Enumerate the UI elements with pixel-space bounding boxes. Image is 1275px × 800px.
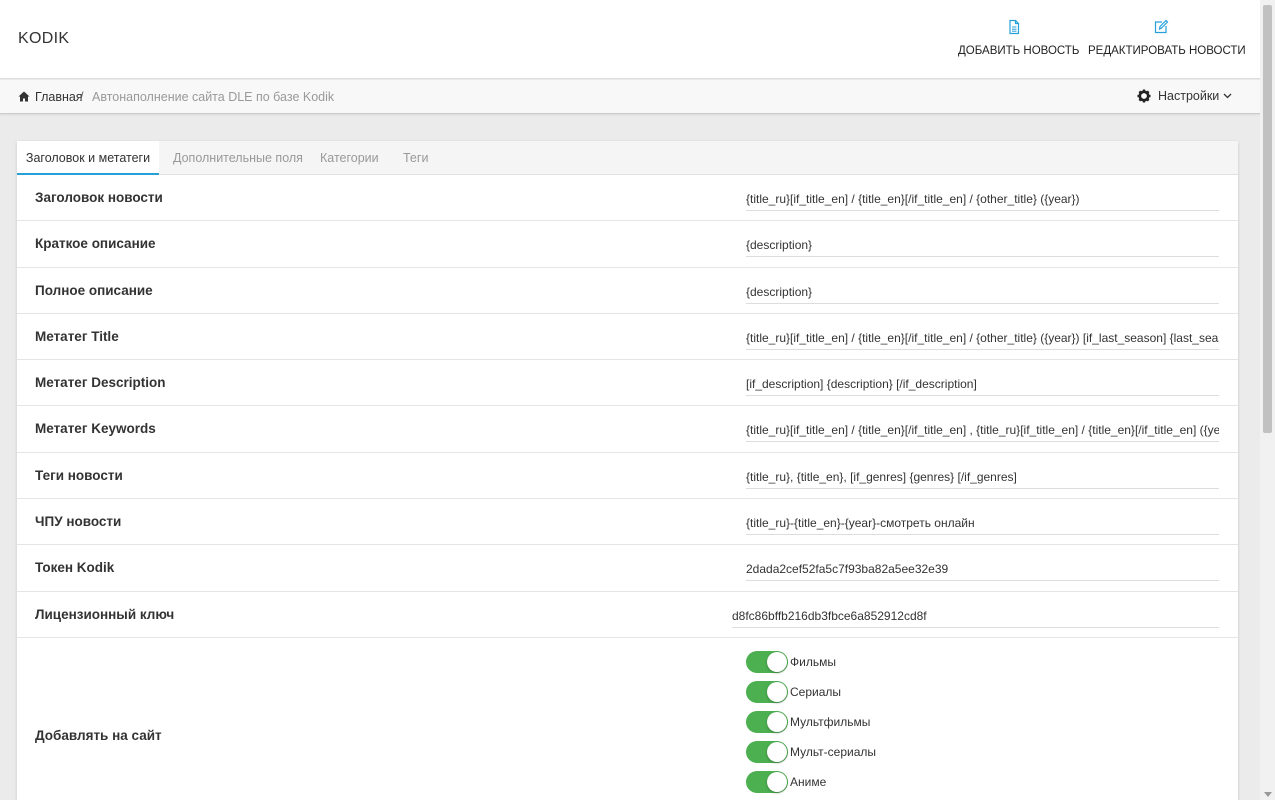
form-row-add-to-site: Добавлять на сайт Фильмы Сериалы Мультфи… bbox=[17, 638, 1238, 800]
news-title-input[interactable] bbox=[746, 188, 1219, 211]
meta-title-label: Метатег Title bbox=[35, 328, 119, 344]
meta-title-input[interactable] bbox=[746, 326, 1219, 350]
toggle-item-anime: Аниме bbox=[746, 767, 876, 797]
full-description-label: Полное описание bbox=[35, 282, 153, 298]
brand-logo[interactable]: KODIK bbox=[18, 30, 69, 48]
license-key-label: Лицензионный ключ bbox=[35, 606, 175, 622]
toggle-item-cartoons: Мультфильмы bbox=[746, 707, 876, 737]
form-row-meta-title: Метатег Title bbox=[17, 314, 1238, 361]
kodik-token-label: Токен Kodik bbox=[35, 560, 115, 576]
settings-dropdown[interactable]: Настройки bbox=[1137, 89, 1232, 103]
anime-toggle-switch[interactable] bbox=[746, 770, 788, 793]
breadcrumb-home-link[interactable]: Главная bbox=[35, 90, 83, 104]
tab-categories[interactable]: Категории bbox=[320, 141, 379, 175]
add-news-button[interactable]: ДОБАВИТЬ НОВОСТЬ bbox=[958, 19, 1079, 57]
form-row-full-description: Полное описание bbox=[17, 268, 1238, 314]
anime-toggle-label: Аниме bbox=[790, 774, 827, 789]
form-row-kodik-token: Токен Kodik bbox=[17, 545, 1238, 592]
document-icon bbox=[1009, 19, 1020, 35]
full-description-input[interactable] bbox=[746, 280, 1219, 304]
settings-panel: Заголовок и метатеги Дополнительные поля… bbox=[17, 141, 1238, 800]
news-tags-label: Теги новости bbox=[35, 467, 123, 483]
meta-keywords-label: Метатег Keywords bbox=[35, 421, 156, 437]
series-toggle-switch[interactable] bbox=[746, 680, 788, 703]
breadcrumb: Главная / Автонаполнение сайта DLE по ба… bbox=[0, 80, 1260, 114]
cartoons-toggle-label: Мультфильмы bbox=[790, 714, 871, 729]
series-toggle-label: Сериалы bbox=[790, 684, 842, 699]
add-to-site-label: Добавлять на сайт bbox=[35, 727, 162, 743]
settings-label: Настройки bbox=[1158, 89, 1220, 103]
form-row-meta-description: Метатег Description bbox=[17, 360, 1238, 407]
cartoon-series-toggle-switch[interactable] bbox=[746, 740, 788, 763]
license-key-input[interactable] bbox=[732, 604, 1219, 628]
toggle-item-cartoon-series: Мульт-сериалы bbox=[746, 737, 876, 767]
page-scrollbar[interactable] bbox=[1260, 0, 1275, 800]
top-bar: KODIK ДОБАВИТЬ НОВОСТЬ РЕДАКТИРОВАТЬ НОВ… bbox=[0, 0, 1260, 79]
content-type-toggles: Фильмы Сериалы Мультфильмы Мульт-сериалы… bbox=[746, 647, 876, 800]
form-row-news-slug: ЧПУ новости bbox=[17, 499, 1238, 546]
news-slug-input[interactable] bbox=[746, 512, 1219, 536]
tab-extra-fields[interactable]: Дополнительные поля bbox=[173, 141, 303, 175]
news-tags-input[interactable] bbox=[746, 465, 1219, 489]
form-row-meta-keywords: Метатег Keywords bbox=[17, 406, 1238, 453]
tab-tags[interactable]: Теги bbox=[403, 141, 428, 175]
news-slug-label: ЧПУ новости bbox=[35, 514, 122, 530]
home-icon[interactable] bbox=[18, 91, 30, 102]
breadcrumb-separator: / bbox=[80, 90, 84, 104]
tab-title-meta[interactable]: Заголовок и метатеги bbox=[17, 141, 159, 175]
edit-icon bbox=[1154, 19, 1169, 34]
meta-description-label: Метатег Description bbox=[35, 375, 166, 391]
meta-description-input[interactable] bbox=[746, 373, 1219, 397]
edit-news-button[interactable]: РЕДАКТИРОВАТЬ НОВОСТИ bbox=[1088, 19, 1246, 57]
news-title-label: Заголовок новости bbox=[35, 190, 163, 205]
scroll-down-arrow-icon[interactable] bbox=[1264, 792, 1272, 797]
meta-keywords-input[interactable] bbox=[746, 419, 1219, 443]
short-description-input[interactable] bbox=[746, 234, 1219, 258]
movies-toggle-label: Фильмы bbox=[790, 654, 836, 669]
movies-toggle-switch[interactable] bbox=[746, 650, 788, 673]
toggle-item-series: Сериалы bbox=[746, 677, 876, 707]
edit-news-label: РЕДАКТИРОВАТЬ НОВОСТИ bbox=[1088, 45, 1246, 57]
scrollbar-thumb[interactable] bbox=[1263, 5, 1272, 433]
form-row-news-title: Заголовок новости bbox=[17, 175, 1238, 222]
chevron-down-icon bbox=[1223, 93, 1232, 99]
breadcrumb-current: Автонаполнение сайта DLE по базе Kodik bbox=[92, 90, 335, 104]
cartoon-series-toggle-label: Мульт-сериалы bbox=[790, 744, 877, 759]
form-row-news-tags: Теги новости bbox=[17, 453, 1238, 500]
kodik-token-input[interactable] bbox=[746, 558, 1219, 582]
add-news-label: ДОБАВИТЬ НОВОСТЬ bbox=[958, 45, 1080, 57]
form-row-short-description: Краткое описание bbox=[17, 221, 1238, 268]
cartoons-toggle-switch[interactable] bbox=[746, 710, 788, 733]
gear-icon bbox=[1137, 89, 1151, 103]
toggle-item-movies: Фильмы bbox=[746, 647, 876, 677]
short-description-label: Краткое описание bbox=[35, 236, 156, 252]
form-row-license-key: Лицензионный ключ bbox=[17, 592, 1238, 638]
tab-bar: Заголовок и метатеги Дополнительные поля… bbox=[17, 141, 1238, 175]
